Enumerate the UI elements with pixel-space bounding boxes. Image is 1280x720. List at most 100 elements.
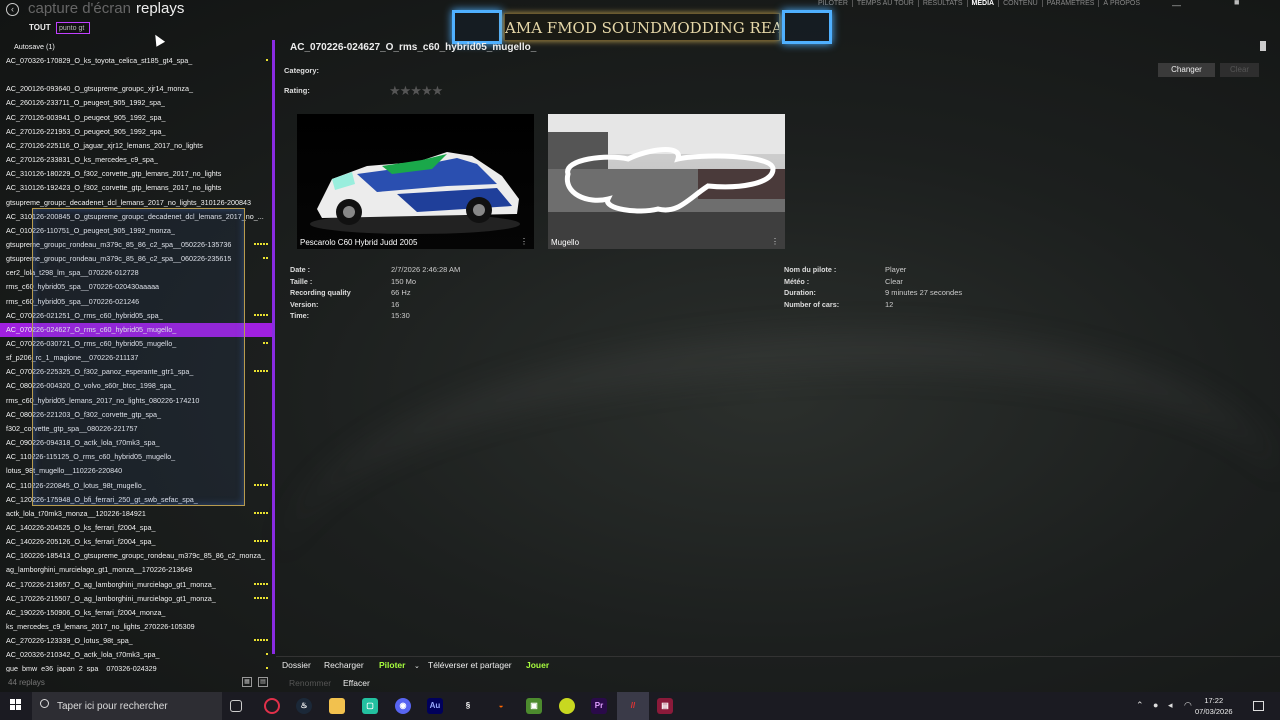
list-view-icon[interactable]: ▤	[258, 677, 268, 687]
steam-icon[interactable]: ♨	[296, 698, 312, 714]
info-label: Date :	[290, 265, 310, 274]
rating-dots	[266, 667, 268, 670]
opera-icon[interactable]	[264, 698, 280, 714]
list-item[interactable]: AC_260126-233711_O_peugeot_905_1992_spa_	[0, 96, 272, 110]
list-item[interactable]: AC_310126-180229_O_f302_corvette_gtp_lem…	[0, 167, 272, 181]
volume-icon[interactable]: ◂	[1168, 700, 1173, 711]
list-item[interactable]: ks_mercedes_c9_lemans_2017_no_lights_270…	[0, 620, 272, 634]
list-item[interactable]: AC_270126-003941_O_peugeot_905_1992_spa_	[0, 111, 272, 125]
list-item[interactable]: gue_bmw_e36_japan_2_spa__070326-024329	[0, 662, 272, 672]
list-item-label: actk_lola_t70mk3_monza__120226-184921	[6, 508, 146, 518]
list-item[interactable]: actk_lola_t70mk3_monza__120226-184921	[0, 507, 272, 521]
nav-item[interactable]: CONTENU	[999, 0, 1043, 7]
list-item-label: AC_160226-185413_O_gtsupreme_groupc_rond…	[6, 551, 265, 561]
list-item[interactable]: AC_070326-170829_O_ks_toyota_celica_st18…	[0, 54, 272, 68]
task-view-icon[interactable]	[230, 700, 242, 712]
list-item[interactable]: AC_270126-233831_O_ks_mercedes_c9_spa_	[0, 153, 272, 167]
banner-right-box	[782, 10, 832, 44]
back-button[interactable]: ‹	[6, 3, 19, 16]
window-dot-icon[interactable]: ■	[1234, 0, 1239, 7]
track-preview[interactable]: Mugello ⋮	[548, 114, 785, 249]
list-item-label: AC_270226-123339_O_lotus_98t_spa_	[6, 636, 133, 646]
list-item[interactable]: ag_lamborghini_murcielago_gt1_monza__170…	[0, 563, 272, 577]
list-item-label: AC_200126-093640_O_gtsupreme_groupc_xjr1…	[6, 84, 194, 94]
nav-item[interactable]: MÉDIA	[968, 0, 1000, 7]
list-scrollbar[interactable]	[272, 40, 275, 654]
list-item[interactable]: AC_160226-185413_O_gtsupreme_groupc_rond…	[0, 549, 272, 563]
taskbar-clock[interactable]: 17:22 07/03/2026	[1195, 695, 1233, 717]
app-orange-icon[interactable]: ◒	[493, 698, 509, 714]
app-green-icon[interactable]: ▢	[362, 698, 378, 714]
list-item[interactable]: AC_270226-123339_O_lotus_98t_spa_	[0, 634, 272, 648]
list-item[interactable]: AC_270126-225116_O_jaguar_xjr12_lemans_2…	[0, 139, 272, 153]
play-button[interactable]: Jouer	[526, 660, 549, 670]
upload-share-button[interactable]: Téléverser et partager	[428, 660, 512, 670]
car-more-icon[interactable]: ⋮	[520, 237, 528, 246]
winrar-icon[interactable]: ▤	[657, 698, 673, 714]
info-value: 66 Hz	[391, 288, 411, 297]
bookmark-icon[interactable]	[1260, 41, 1266, 51]
rename-button[interactable]: Renommer	[289, 678, 331, 688]
network-icon[interactable]: ◠	[1184, 700, 1192, 711]
nav-item[interactable]: RÉSULTATS	[919, 0, 968, 7]
nav-item[interactable]: À PROPOS	[1099, 0, 1144, 7]
list-item[interactable]: AC_310126-192423_O_f302_corvette_gtp_lem…	[0, 181, 272, 195]
webcam-overlay-frame	[32, 208, 245, 506]
microphone-icon[interactable]: ●	[1153, 700, 1158, 710]
rating-dots	[254, 639, 268, 642]
discord-icon[interactable]: ◉	[395, 698, 411, 714]
rating-dots	[254, 596, 268, 600]
clear-category-button[interactable]: Clear	[1220, 63, 1259, 77]
replay-count: 44 replays	[8, 678, 45, 687]
list-item[interactable]: AC_200126-093640_O_gtsupreme_groupc_xjr1…	[0, 82, 272, 96]
drive-dropdown-icon[interactable]: ⌄	[414, 662, 420, 670]
list-item[interactable]: AC_140226-204525_O_ks_ferrari_f2004_spa_	[0, 521, 272, 535]
breadcrumb-previous[interactable]: capture d'écran	[28, 0, 131, 17]
change-category-button[interactable]: Changer	[1158, 63, 1215, 77]
rating-stars[interactable]: ★★★★★	[389, 83, 443, 99]
minimize-icon[interactable]: —	[1172, 0, 1181, 10]
info-value: 2/7/2026 2:46:28 AM	[391, 265, 461, 274]
premiere-icon[interactable]: Pr	[591, 698, 607, 714]
list-item[interactable]: AC_170226-215507_O_ag_lamborghini_murcie…	[0, 592, 272, 606]
list-item-label: AC_270126-233831_O_ks_mercedes_c9_spa_	[6, 155, 158, 165]
drive-button[interactable]: Piloter	[379, 660, 405, 670]
audition-icon[interactable]: Au	[427, 698, 443, 714]
notifications-icon[interactable]	[1253, 701, 1264, 711]
minecraft-icon[interactable]: ▣	[526, 698, 542, 714]
rating-label: Rating:	[284, 86, 310, 95]
app-ball-icon[interactable]	[559, 698, 575, 714]
list-item-label: gtsupreme_groupc_decadenet_dcl_lemans_20…	[6, 197, 251, 207]
list-item[interactable]	[0, 68, 272, 82]
list-item[interactable]: AC_170226-213657_O_ag_lamborghini_murcie…	[0, 578, 272, 592]
list-item[interactable]: AC_270126-221953_O_peugeot_905_1992_spa_	[0, 125, 272, 139]
filter-tab-all[interactable]: TOUT	[29, 23, 51, 32]
folder-button[interactable]: Dossier	[282, 660, 311, 670]
list-item-label: AC_270126-003941_O_peugeot_905_1992_spa_	[6, 112, 166, 122]
list-item[interactable]: AC_190226-150906_O_ks_ferrari_f2004_monz…	[0, 606, 272, 620]
top-navigation: PILOTER TEMPS AU TOUR RÉSULTATS MÉDIA CONTEN…	[814, 0, 1144, 7]
reload-button[interactable]: Recharger	[324, 660, 364, 670]
list-group-autosave[interactable]: Autosave (1)	[0, 40, 272, 54]
track-more-icon[interactable]: ⋮	[771, 237, 779, 246]
list-item-label: AC_270126-225116_O_jaguar_xjr12_lemans_2…	[6, 140, 203, 150]
list-item[interactable]: AC_020326-210342_O_actk_lola_t70mk3_spa_	[0, 648, 272, 662]
taskbar-search[interactable]: Taper ici pour rechercher	[32, 692, 222, 720]
grid-view-icon[interactable]: ▦	[242, 677, 252, 687]
search-input[interactable]	[56, 22, 90, 34]
file-explorer-icon[interactable]	[329, 698, 345, 714]
windows-start-icon[interactable]	[10, 699, 22, 711]
nav-item[interactable]: PARAMÈTRES	[1043, 0, 1100, 7]
nav-item[interactable]: PILOTER	[814, 0, 853, 7]
tray-chevron-icon[interactable]: ⌃	[1136, 700, 1144, 711]
delete-button[interactable]: Effacer	[343, 678, 370, 688]
nav-item[interactable]: TEMPS AU TOUR	[853, 0, 919, 7]
list-item[interactable]: AC_140226-205126_O_ks_ferrari_f2004_spa_	[0, 535, 272, 549]
list-item-label: AC_310126-192423_O_f302_corvette_gtp_lem…	[6, 183, 222, 193]
assetto-corsa-icon[interactable]: //	[617, 692, 649, 720]
app-spiral-icon[interactable]: §	[460, 698, 476, 714]
car-preview[interactable]: Pescarolo C60 Hybrid Judd 2005 ⋮	[297, 114, 534, 249]
list-item-label: ag_lamborghini_murcielago_gt1_monza__170…	[6, 565, 193, 575]
page-title: replays	[136, 0, 185, 17]
list-item-label: AC_140226-204525_O_ks_ferrari_f2004_spa_	[6, 522, 156, 532]
